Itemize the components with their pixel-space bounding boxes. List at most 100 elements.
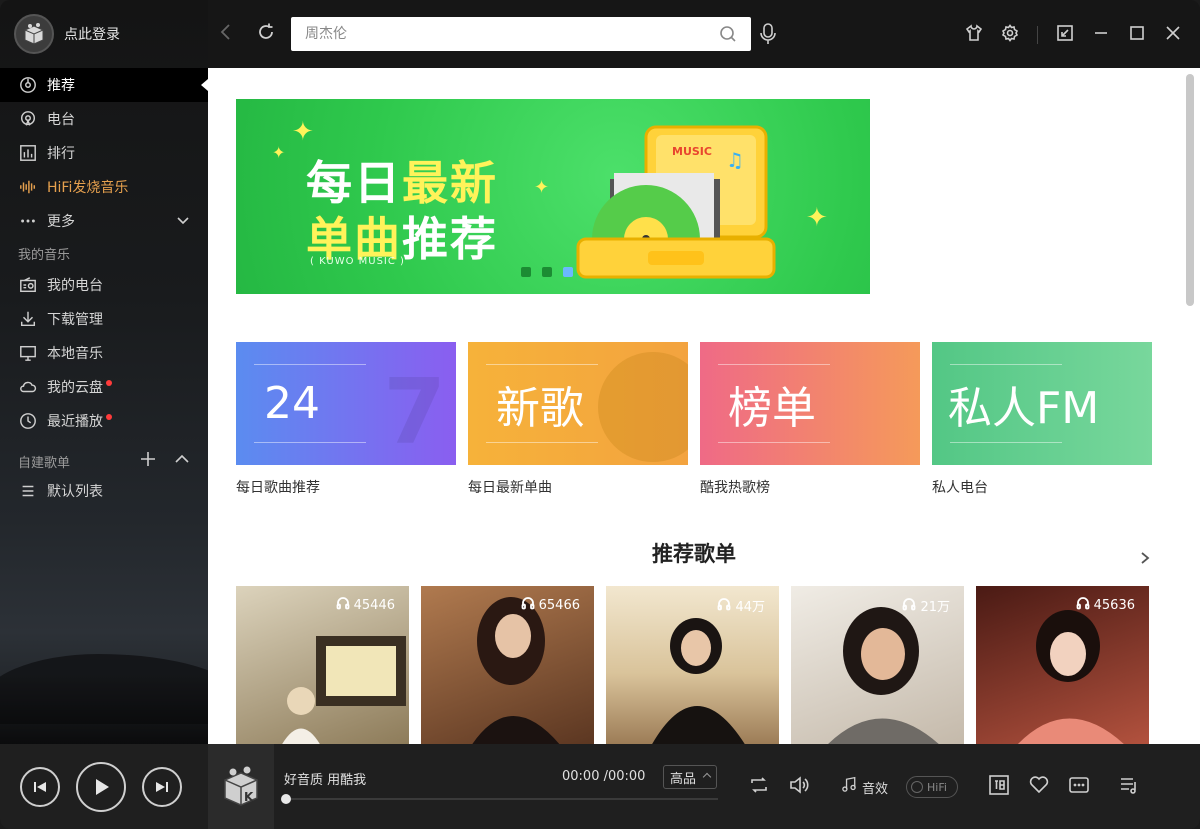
chevron-down-icon[interactable] [176, 214, 190, 228]
next-button[interactable] [142, 767, 182, 807]
playlist-grid: 45446 65466 44万 21万 45636 [236, 586, 1149, 744]
loop-mode-icon[interactable] [748, 774, 770, 800]
lyrics-icon[interactable] [988, 774, 1010, 800]
skin-shirt-icon[interactable] [965, 24, 983, 46]
playlist-cover-art [282, 636, 406, 744]
tile-line [486, 442, 598, 443]
sidebar-item-radio[interactable]: 电台 [0, 102, 208, 136]
scrollbar[interactable] [1180, 68, 1200, 744]
refresh-icon[interactable] [256, 22, 276, 46]
song-title[interactable]: 好音质 用酷我 [284, 769, 366, 788]
carousel-dot[interactable] [542, 267, 552, 277]
search-icon[interactable] [719, 25, 737, 47]
sound-effect-button[interactable]: 音效 [840, 776, 888, 798]
login-label[interactable]: 点此登录 [64, 24, 120, 44]
monitor-icon [18, 343, 38, 363]
playlist-card[interactable]: 45636 [976, 586, 1149, 744]
play-count: 21万 [902, 596, 950, 615]
sidebar-item-hifi[interactable]: HiFi发烧音乐 [0, 170, 208, 204]
sidebar-item-recent[interactable]: 最近播放 [0, 404, 208, 438]
close-icon[interactable] [1164, 24, 1182, 46]
sidebar-item-cloud[interactable]: 我的云盘 [0, 370, 208, 404]
cloud-icon [18, 377, 38, 397]
scrollbar-thumb[interactable] [1186, 74, 1194, 306]
now-playing-cover[interactable]: K [208, 744, 274, 829]
card-private-fm[interactable]: 私人FM 私人电台 [932, 342, 1152, 497]
card-caption[interactable]: 每日最新单曲 [468, 477, 688, 497]
search-box [291, 17, 751, 51]
play-count-value: 21万 [920, 600, 950, 615]
sidebar-item-label: 下载管理 [47, 312, 103, 328]
window-controls [965, 24, 1182, 46]
sparkle-icon: ✦ [806, 203, 828, 233]
card-caption[interactable]: 私人电台 [932, 477, 1152, 497]
tile-line [950, 442, 1062, 443]
card-tile[interactable]: 榜单 [700, 342, 920, 465]
previous-button[interactable] [20, 767, 60, 807]
avatar[interactable] [14, 14, 54, 54]
quick-cards: 7 24 每日歌曲推荐 新歌 每日最新单曲 榜单 酷我热歌榜 私人FM 私人电台 [236, 342, 1152, 497]
next-icon [156, 782, 168, 792]
volume-icon[interactable] [788, 774, 810, 800]
tile-line [718, 364, 830, 365]
progress-knob[interactable] [281, 794, 291, 804]
card-daily-songs[interactable]: 7 24 每日歌曲推荐 [236, 342, 456, 497]
sidebar-item-recommend[interactable]: 推荐 [0, 68, 208, 102]
list-icon [18, 481, 38, 501]
box-label: MUSIC [672, 145, 712, 158]
more-options-icon[interactable] [1068, 774, 1090, 800]
app-window: 点此登录 推荐 电台 排行 HiFi发烧音乐 更多 我的音乐 我的电台 下载管理… [0, 0, 1200, 829]
back-icon[interactable] [216, 22, 236, 46]
sidebar-item-downloads[interactable]: 下载管理 [0, 302, 208, 336]
hifi-toggle[interactable]: HiFi [906, 776, 959, 798]
playlist-queue-icon[interactable] [1118, 774, 1140, 800]
headphones-icon [902, 597, 916, 615]
playlist-card[interactable]: 21万 [791, 586, 964, 744]
card-caption[interactable]: 酷我热歌榜 [700, 477, 920, 497]
user-login[interactable]: 点此登录 [14, 14, 120, 54]
tile-disc-decoration [598, 352, 688, 462]
card-hot-chart[interactable]: 榜单 酷我热歌榜 [700, 342, 920, 497]
settings-gear-icon[interactable] [1001, 24, 1019, 46]
maximize-icon[interactable] [1128, 24, 1146, 46]
sidebar-item-local-music[interactable]: 本地音乐 [0, 336, 208, 370]
carousel-dot[interactable] [521, 267, 531, 277]
search-input[interactable] [291, 17, 701, 51]
card-new-songs[interactable]: 新歌 每日最新单曲 [468, 342, 688, 497]
record-case-illustration: MUSIC ♫ [576, 125, 776, 279]
notification-dot [106, 380, 112, 386]
chevron-up-icon[interactable] [174, 451, 190, 471]
chevron-right-icon[interactable] [1138, 550, 1152, 569]
play-count: 45636 [1076, 596, 1135, 614]
svg-text:K: K [244, 790, 254, 804]
banner-carousel[interactable]: ✦ ✦ ✦ ✦ 每日最新 单曲推荐 ( KUWO MUSIC ) MUSIC ♫ [236, 99, 870, 294]
playlist-card[interactable]: 45446 [236, 586, 409, 744]
sidebar-item-default-list[interactable]: 默认列表 [0, 476, 208, 506]
progress-bar[interactable] [281, 794, 718, 804]
play-button[interactable] [76, 762, 126, 812]
card-tile[interactable]: 7 24 [236, 342, 456, 465]
quality-select[interactable]: 高品 [663, 765, 717, 789]
play-icon [96, 779, 109, 795]
microphone-icon[interactable] [758, 22, 778, 50]
sidebar-item-rank[interactable]: 排行 [0, 136, 208, 170]
sidebar-item-label: 电台 [47, 112, 75, 128]
minimize-icon[interactable] [1092, 24, 1110, 46]
sidebar-item-more[interactable]: 更多 [0, 204, 208, 238]
toggle-knob [911, 781, 924, 793]
clock-icon [18, 411, 38, 431]
card-tile[interactable]: 私人FM [932, 342, 1152, 465]
svg-text:♫: ♫ [726, 148, 744, 172]
sidebar-item-my-radio[interactable]: 我的电台 [0, 268, 208, 302]
playlist-card[interactable]: 44万 [606, 586, 779, 744]
sidebar-item-label: 更多 [47, 214, 75, 230]
playlist-card[interactable]: 65466 [421, 586, 594, 744]
sidebar-item-label: 我的云盘 [47, 380, 103, 396]
mini-mode-icon[interactable] [1056, 24, 1074, 46]
add-playlist-icon[interactable] [140, 451, 156, 471]
carousel-dot-active[interactable] [563, 267, 573, 277]
card-tile[interactable]: 新歌 [468, 342, 688, 465]
heart-icon[interactable] [1028, 774, 1050, 800]
previous-icon [34, 782, 46, 792]
card-caption[interactable]: 每日歌曲推荐 [236, 477, 456, 497]
